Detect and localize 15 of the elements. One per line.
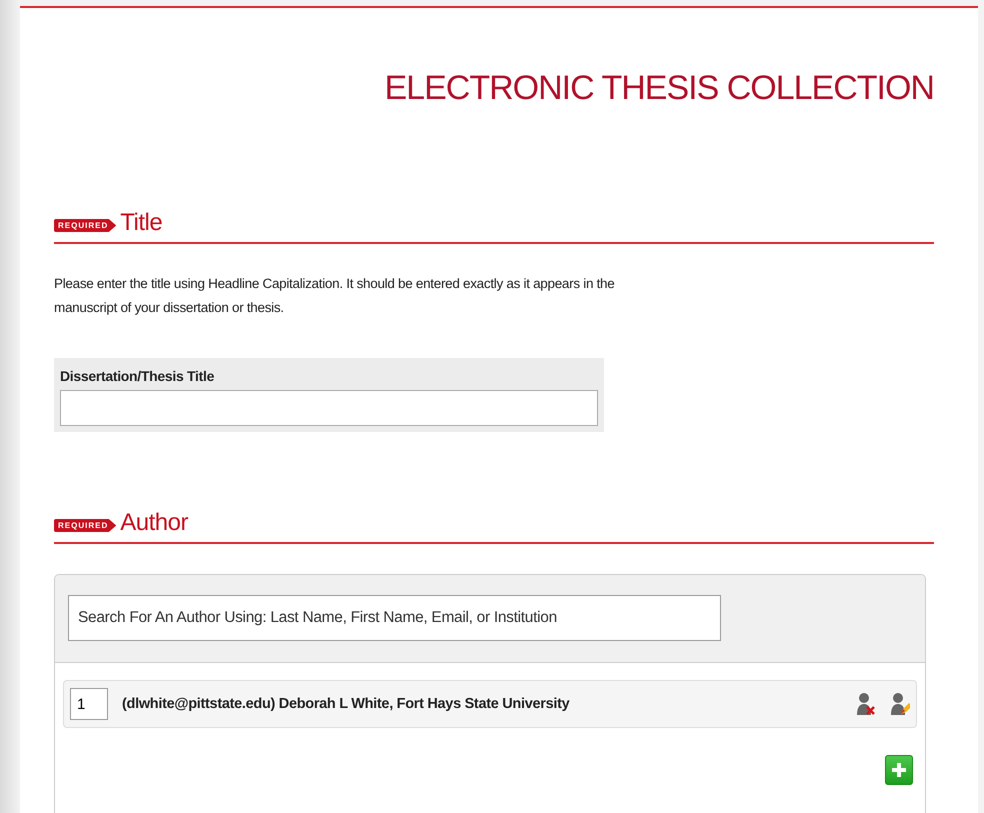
edit-person-icon[interactable]: [890, 692, 910, 716]
remove-person-icon[interactable]: [856, 692, 876, 716]
author-search-field[interactable]: Search For An Author Using: Last Name, First Name, Email, or Institution: [68, 595, 721, 641]
required-badge: REQUIRED: [54, 219, 116, 232]
order-field[interactable]: 1: [70, 688, 108, 720]
section-heading: Author: [120, 510, 188, 536]
add-author-button[interactable]: [885, 755, 913, 785]
instructions-text: Please enter the title using Headline Capitalization. It should be entered exactly as it appears in the manuscript of your dissertation or thesis.: [54, 275, 616, 317]
plus-icon: [891, 762, 907, 778]
required-badge: REQUIRED: [54, 519, 116, 532]
section-heading: Title: [120, 210, 162, 236]
field-label: Dissertation/Thesis Title: [60, 368, 216, 384]
author-name: (dlwhite@pittstate.edu) Deborah L White, Fort Hays State University: [122, 696, 570, 712]
page-title: ELECTRONIC THESIS COLLECTION: [384, 68, 934, 109]
title-field[interactable]: [60, 390, 598, 426]
